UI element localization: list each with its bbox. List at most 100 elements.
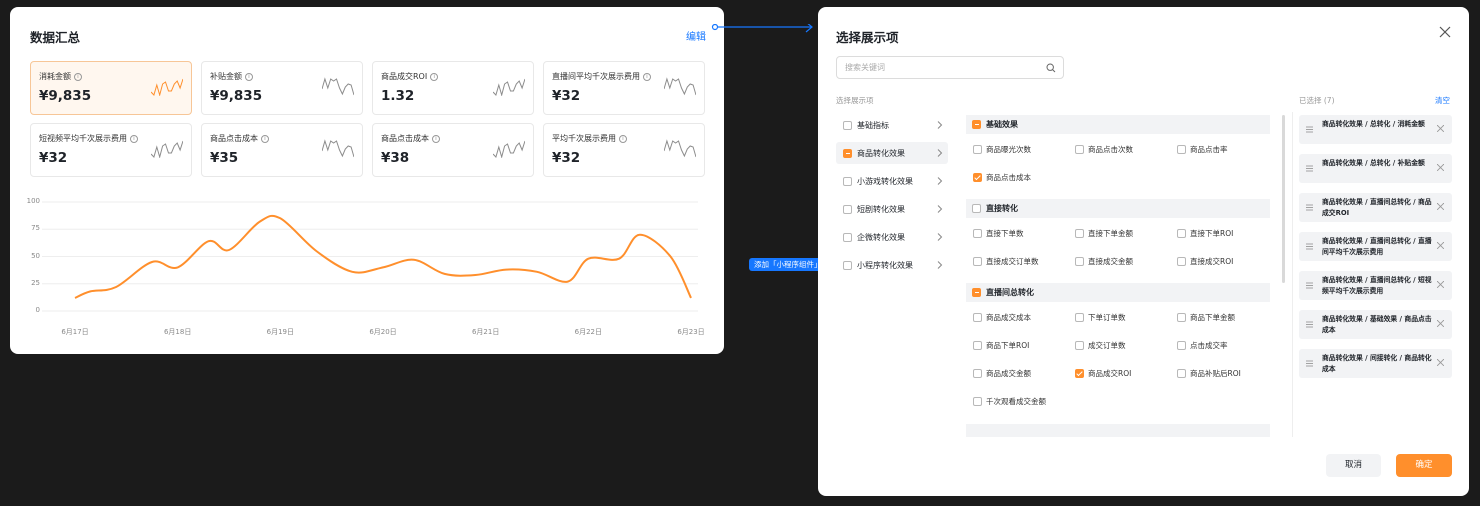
- option-item[interactable]: 直接成交金额: [1075, 256, 1133, 267]
- option-item[interactable]: 商品点击成本: [973, 172, 1031, 183]
- remove-icon[interactable]: [1437, 242, 1444, 249]
- option-item[interactable]: 直接下单金额: [1075, 228, 1133, 239]
- checkbox[interactable]: [973, 397, 982, 406]
- remove-icon[interactable]: [1437, 320, 1444, 327]
- option-group-header[interactable]: [966, 424, 1270, 437]
- category-item[interactable]: 商品转化效果: [836, 142, 948, 164]
- option-group-header[interactable]: 基础效果: [966, 115, 1270, 134]
- search-input[interactable]: [845, 61, 1035, 74]
- remove-icon[interactable]: [1437, 281, 1444, 288]
- info-icon[interactable]: i: [430, 72, 439, 81]
- checkbox[interactable]: [843, 120, 852, 130]
- checkbox[interactable]: [1075, 341, 1084, 350]
- option-item[interactable]: 商品下单ROI: [973, 340, 1029, 351]
- info-icon[interactable]: i: [643, 72, 651, 81]
- option-item[interactable]: 直接成交订单数: [973, 256, 1039, 267]
- remove-icon[interactable]: [1437, 359, 1444, 366]
- checkbox[interactable]: [1177, 145, 1186, 154]
- selected-item[interactable]: 商品转化效果 / 间接转化 / 商品转化成本: [1299, 349, 1452, 378]
- info-icon[interactable]: i: [74, 72, 82, 81]
- drag-handle-icon[interactable]: [1306, 321, 1313, 328]
- category-item[interactable]: 基础指标: [836, 114, 948, 136]
- checkbox[interactable]: [973, 173, 982, 182]
- metric-card[interactable]: 商品成交ROI i 1.32: [372, 61, 534, 115]
- checkbox[interactable]: [1075, 229, 1084, 238]
- checkbox[interactable]: [843, 232, 852, 242]
- close-icon[interactable]: [1438, 25, 1452, 39]
- checkbox[interactable]: [843, 148, 852, 158]
- option-item[interactable]: 商品补贴后ROI: [1177, 368, 1241, 379]
- edit-link[interactable]: 编辑: [686, 28, 706, 43]
- category-item[interactable]: 企微转化效果: [836, 226, 948, 248]
- checkbox[interactable]: [973, 313, 982, 322]
- option-item[interactable]: 商品下单金额: [1177, 312, 1235, 323]
- checkbox[interactable]: [1075, 313, 1084, 322]
- drag-handle-icon[interactable]: [1306, 360, 1313, 367]
- metric-card[interactable]: 短视频平均千次展示费用 i ¥32: [30, 123, 192, 177]
- category-item[interactable]: 小游戏转化效果: [836, 170, 948, 192]
- option-item[interactable]: 直接下单ROI: [1177, 228, 1233, 239]
- remove-icon[interactable]: [1437, 125, 1444, 132]
- selected-item[interactable]: 商品转化效果 / 直播间总转化 / 商品成交ROI: [1299, 193, 1452, 222]
- option-item[interactable]: 点击成交率: [1177, 340, 1228, 351]
- metric-card[interactable]: 直播间平均千次展示费用 i ¥32: [543, 61, 705, 115]
- checkbox[interactable]: [1177, 369, 1186, 378]
- remove-icon[interactable]: [1437, 164, 1444, 171]
- cancel-button[interactable]: 取消: [1326, 454, 1381, 477]
- checkbox[interactable]: [973, 145, 982, 154]
- checkbox[interactable]: [973, 229, 982, 238]
- option-item[interactable]: 商品成交成本: [973, 312, 1031, 323]
- checkbox[interactable]: [973, 341, 982, 350]
- info-icon[interactable]: i: [432, 134, 440, 143]
- checkbox[interactable]: [973, 257, 982, 266]
- metric-card[interactable]: 平均千次展示费用 i ¥32: [543, 123, 705, 177]
- search-icon[interactable]: [1046, 63, 1056, 73]
- option-scrollbar[interactable]: [1282, 115, 1285, 283]
- option-item[interactable]: 成交订单数: [1075, 340, 1126, 351]
- option-item[interactable]: 直接成交ROI: [1177, 256, 1233, 267]
- checkbox[interactable]: [1075, 369, 1084, 378]
- info-icon[interactable]: i: [619, 134, 627, 143]
- drag-handle-icon[interactable]: [1306, 126, 1313, 133]
- option-item[interactable]: 商品成交金额: [973, 368, 1031, 379]
- selected-item[interactable]: 商品转化效果 / 直播间总转化 / 直播间平均千次展示费用: [1299, 232, 1452, 261]
- info-icon[interactable]: i: [130, 134, 138, 143]
- checkbox[interactable]: [1177, 257, 1186, 266]
- drag-handle-icon[interactable]: [1306, 282, 1313, 289]
- selected-item[interactable]: 商品转化效果 / 总转化 / 补贴金额: [1299, 154, 1452, 183]
- selected-item[interactable]: 商品转化效果 / 基础效果 / 商品点击成本: [1299, 310, 1452, 339]
- checkbox[interactable]: [1075, 257, 1084, 266]
- option-item[interactable]: 商品曝光次数: [973, 144, 1031, 155]
- option-item[interactable]: 商品点击率: [1177, 144, 1228, 155]
- info-icon[interactable]: i: [245, 72, 253, 81]
- option-item[interactable]: 商品成交ROI: [1075, 368, 1131, 379]
- checkbox[interactable]: [972, 288, 981, 297]
- confirm-button[interactable]: 确定: [1396, 454, 1452, 477]
- checkbox[interactable]: [1177, 341, 1186, 350]
- selected-item[interactable]: 商品转化效果 / 直播间总转化 / 短视频平均千次展示费用: [1299, 271, 1452, 300]
- option-group-header[interactable]: 直播间总转化: [966, 283, 1270, 302]
- category-item[interactable]: 小程序转化效果: [836, 254, 948, 276]
- option-item[interactable]: 千次观看成交金额: [973, 396, 1046, 407]
- drag-handle-icon[interactable]: [1306, 243, 1313, 250]
- option-group-header[interactable]: 直接转化: [966, 199, 1270, 218]
- info-icon[interactable]: i: [261, 134, 269, 143]
- option-item[interactable]: 下单订单数: [1075, 312, 1126, 323]
- checkbox[interactable]: [843, 204, 852, 214]
- checkbox[interactable]: [972, 204, 981, 213]
- remove-icon[interactable]: [1437, 203, 1444, 210]
- selected-item[interactable]: 商品转化效果 / 总转化 / 消耗金额: [1299, 115, 1452, 144]
- metric-card[interactable]: 商品点击成本 i ¥35: [201, 123, 363, 177]
- checkbox[interactable]: [973, 369, 982, 378]
- category-item[interactable]: 短剧转化效果: [836, 198, 948, 220]
- checkbox[interactable]: [972, 120, 981, 129]
- checkbox[interactable]: [1075, 145, 1084, 154]
- checkbox[interactable]: [1177, 313, 1186, 322]
- checkbox[interactable]: [1177, 229, 1186, 238]
- metric-card[interactable]: 消耗金额 i ¥9,835: [30, 61, 192, 115]
- metric-card[interactable]: 补贴金额 i ¥9,835: [201, 61, 363, 115]
- clear-button[interactable]: 清空: [1435, 95, 1450, 106]
- checkbox[interactable]: [843, 176, 852, 186]
- metric-card[interactable]: 商品点击成本 i ¥38: [372, 123, 534, 177]
- drag-handle-icon[interactable]: [1306, 165, 1313, 172]
